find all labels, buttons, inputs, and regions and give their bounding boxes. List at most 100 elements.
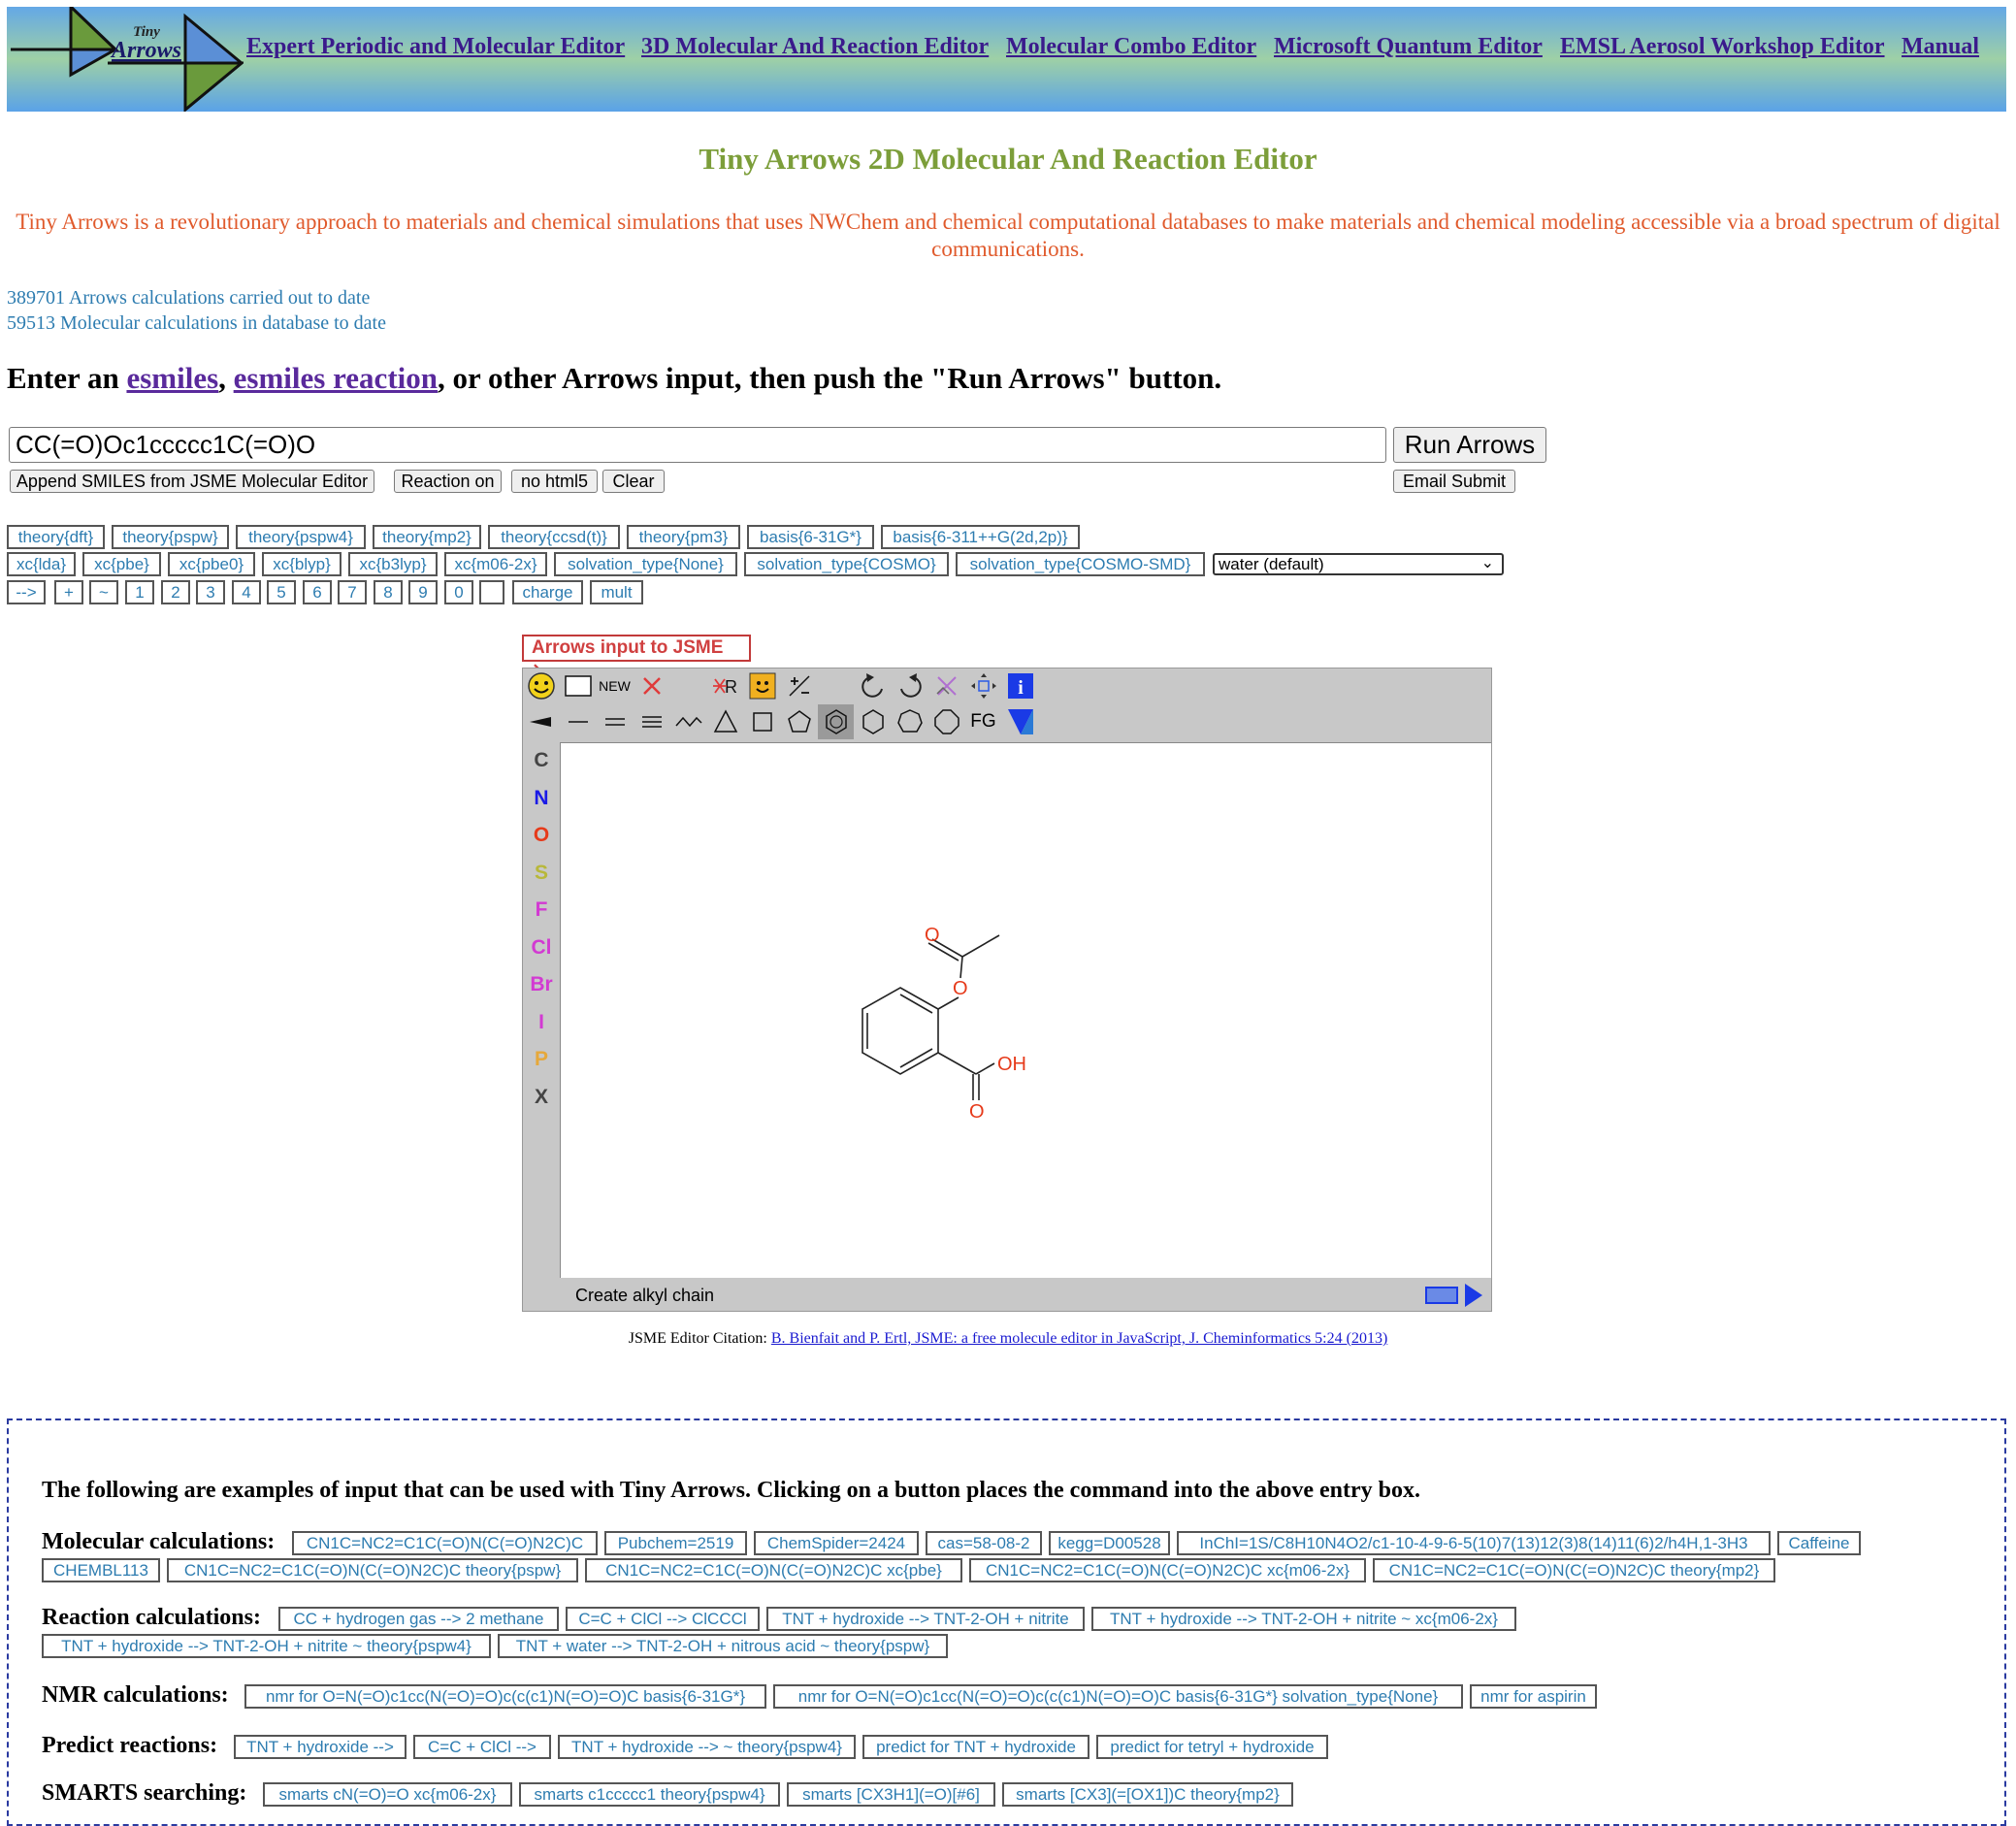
run-arrows-button[interactable]: Run Arrows (1393, 427, 1546, 463)
chip-theory-pm3[interactable]: theory{pm3} (627, 525, 740, 549)
clear-button[interactable]: Clear (602, 470, 665, 493)
wedge-bond-icon[interactable] (523, 704, 559, 739)
chip-4[interactable]: 4 (232, 580, 261, 604)
chip-5[interactable]: 5 (267, 580, 296, 604)
example-reaction[interactable]: TNT + hydroxide --> TNT-2-OH + nitrite ~… (1091, 1607, 1516, 1631)
play-icon[interactable] (1465, 1284, 1482, 1307)
new-button[interactable]: NEW (597, 668, 633, 703)
undo-icon[interactable] (855, 668, 891, 703)
chip-2[interactable]: 2 (161, 580, 190, 604)
chip-solvation-cosmo[interactable]: solvation_type{COSMO} (744, 552, 949, 576)
chip-theory-dft[interactable]: theory{dft} (7, 525, 105, 549)
example-molecular[interactable]: CHEMBL113 (42, 1558, 160, 1582)
example-predict[interactable]: C=C + ClCl --> (413, 1735, 551, 1759)
element-o[interactable]: O (523, 817, 560, 854)
chip-tilde[interactable]: ~ (89, 580, 118, 604)
charge-icon[interactable] (781, 668, 817, 703)
chip-solvation-cosmo-smd[interactable]: solvation_type{COSMO-SMD} (956, 552, 1205, 576)
tiny-arrows-logo[interactable]: Tiny Arrows (11, 3, 246, 116)
chain-icon[interactable] (670, 704, 706, 739)
example-predict[interactable]: predict for TNT + hydroxide (862, 1735, 1089, 1759)
example-molecular[interactable]: CN1C=NC2=C1C(=O)N(C(=O)N2C)C theory{mp2} (1373, 1558, 1775, 1582)
element-n[interactable]: N (523, 780, 560, 817)
example-nmr[interactable]: nmr for aspirin (1470, 1684, 1597, 1709)
example-predict[interactable]: TNT + hydroxide --> (234, 1735, 406, 1759)
triple-bond-icon[interactable] (634, 704, 669, 739)
email-submit-button[interactable]: Email Submit (1393, 470, 1515, 493)
ring-8-icon[interactable] (928, 704, 964, 739)
delete-r-icon[interactable]: R (707, 668, 743, 703)
chip-solvation-none[interactable]: solvation_type{None} (554, 552, 737, 576)
move-icon[interactable] (965, 668, 1001, 703)
chip-theory-mp2[interactable]: theory{mp2} (373, 525, 481, 549)
ring-7-icon[interactable] (892, 704, 927, 739)
chip-charge[interactable]: charge (512, 580, 583, 604)
example-molecular[interactable]: CN1C=NC2=C1C(=O)N(C(=O)N2C)C xc{m06-2x} (969, 1558, 1366, 1582)
single-bond-icon[interactable] (560, 704, 596, 739)
example-molecular[interactable]: InChI=1S/C8H10N4O2/c1-10-4-9-6-5(10)7(13… (1177, 1531, 1771, 1555)
jsme-logo-icon[interactable] (1002, 704, 1038, 739)
example-molecular[interactable]: CN1C=NC2=C1C(=O)N(C(=O)N2C)C xc{pbe} (585, 1558, 962, 1582)
functional-group-button[interactable]: FG (965, 704, 1001, 739)
example-reaction[interactable]: TNT + hydroxide --> TNT-2-OH + nitrite ~… (42, 1634, 491, 1658)
solvent-select[interactable]: water (default) ⌄ (1213, 553, 1504, 575)
select-rectangle-icon[interactable] (560, 668, 596, 703)
delete-icon[interactable] (634, 668, 669, 703)
chip-3[interactable]: 3 (196, 580, 225, 604)
element-c[interactable]: C (523, 742, 560, 779)
ring-5-icon[interactable] (781, 704, 817, 739)
chip-xc-pbe0[interactable]: xc{pbe0} (168, 552, 255, 576)
nav-link-expert-periodic-editor[interactable]: Expert Periodic and Molecular Editor (246, 34, 625, 60)
chip-8[interactable]: 8 (374, 580, 403, 604)
ring-3-icon[interactable] (707, 704, 743, 739)
nav-link-combo-editor[interactable]: Molecular Combo Editor (1006, 34, 1256, 60)
chip-basis-631g[interactable]: basis{6-31G*} (747, 525, 874, 549)
benzene-ring-icon[interactable] (818, 704, 854, 739)
chip-0[interactable]: 0 (444, 580, 473, 604)
example-nmr[interactable]: nmr for O=N(=O)c1cc(N(=O)=O)c(c(c1)N(=O)… (773, 1684, 1463, 1709)
double-bond-icon[interactable] (597, 704, 633, 739)
smiley-icon[interactable] (523, 668, 559, 703)
element-x[interactable]: X (523, 1079, 560, 1116)
append-smiles-button[interactable]: Append SMILES from JSME Molecular Editor (10, 470, 374, 493)
element-i[interactable]: I (523, 1004, 560, 1041)
example-nmr[interactable]: nmr for O=N(=O)c1cc(N(=O)=O)c(c(c1)N(=O)… (244, 1684, 766, 1709)
example-smarts[interactable]: smarts c1ccccc1 theory{pspw4} (519, 1782, 780, 1807)
chip-theory-pspw[interactable]: theory{pspw} (112, 525, 229, 549)
example-molecular[interactable]: cas=58-08-2 (926, 1531, 1042, 1555)
clear-all-icon[interactable] (928, 668, 964, 703)
example-smarts[interactable]: smarts cN(=O)=O xc{m06-2x} (263, 1782, 512, 1807)
chip-xc-blyp[interactable]: xc{blyp} (262, 552, 341, 576)
example-molecular[interactable]: CN1C=NC2=C1C(=O)N(C(=O)N2C)C theory{pspw… (167, 1558, 578, 1582)
arrows-input-to-jsme-button[interactable]: Arrows input to JSME ↘ (522, 635, 751, 680)
example-reaction[interactable]: CC + hydrogen gas --> 2 methane (278, 1607, 559, 1631)
example-molecular[interactable]: ChemSpider=2424 (754, 1531, 919, 1555)
example-molecular[interactable]: Caffeine (1777, 1531, 1861, 1555)
info-icon[interactable]: i (1002, 668, 1038, 703)
chip-6[interactable]: 6 (303, 580, 332, 604)
nav-link-quantum-editor[interactable]: Microsoft Quantum Editor (1274, 34, 1543, 60)
chip-7[interactable]: 7 (338, 580, 367, 604)
example-smarts[interactable]: smarts [CX3](=[OX1])C theory{mp2} (1002, 1782, 1293, 1807)
chip-1[interactable]: 1 (125, 580, 154, 604)
chip-xc-b3lyp[interactable]: xc{b3lyp} (348, 552, 438, 576)
nav-link-3d-editor[interactable]: 3D Molecular And Reaction Editor (641, 34, 989, 60)
element-br[interactable]: Br (523, 966, 560, 1003)
jsme-drawing-canvas[interactable]: O O OH O (560, 742, 1491, 1278)
nav-link-manual[interactable]: Manual (1902, 34, 1979, 60)
example-reaction[interactable]: C=C + ClCl --> ClCCCl (566, 1607, 760, 1631)
jsme-citation-link[interactable]: B. Bienfait and P. Ertl, JSME: a free mo… (771, 1330, 1387, 1347)
element-s[interactable]: S (523, 855, 560, 892)
chip-9[interactable]: 9 (408, 580, 438, 604)
chip-xc-pbe[interactable]: xc{pbe} (82, 552, 161, 576)
element-f[interactable]: F (523, 892, 560, 929)
example-molecular[interactable]: CN1C=NC2=C1C(=O)N(C(=O)N2C)C (292, 1531, 598, 1555)
chip-blank[interactable] (479, 580, 504, 604)
chip-basis-6311g[interactable]: basis{6-311++G(2d,2p)} (881, 525, 1080, 549)
ring-6-icon[interactable] (855, 704, 891, 739)
chip-xc-m06-2x[interactable]: xc{m06-2x} (444, 552, 547, 576)
esmiles-reaction-link[interactable]: esmiles reaction (234, 361, 438, 395)
example-predict[interactable]: TNT + hydroxide --> ~ theory{pspw4} (558, 1735, 856, 1759)
redo-icon[interactable] (892, 668, 927, 703)
arrows-input-field[interactable] (9, 427, 1386, 463)
